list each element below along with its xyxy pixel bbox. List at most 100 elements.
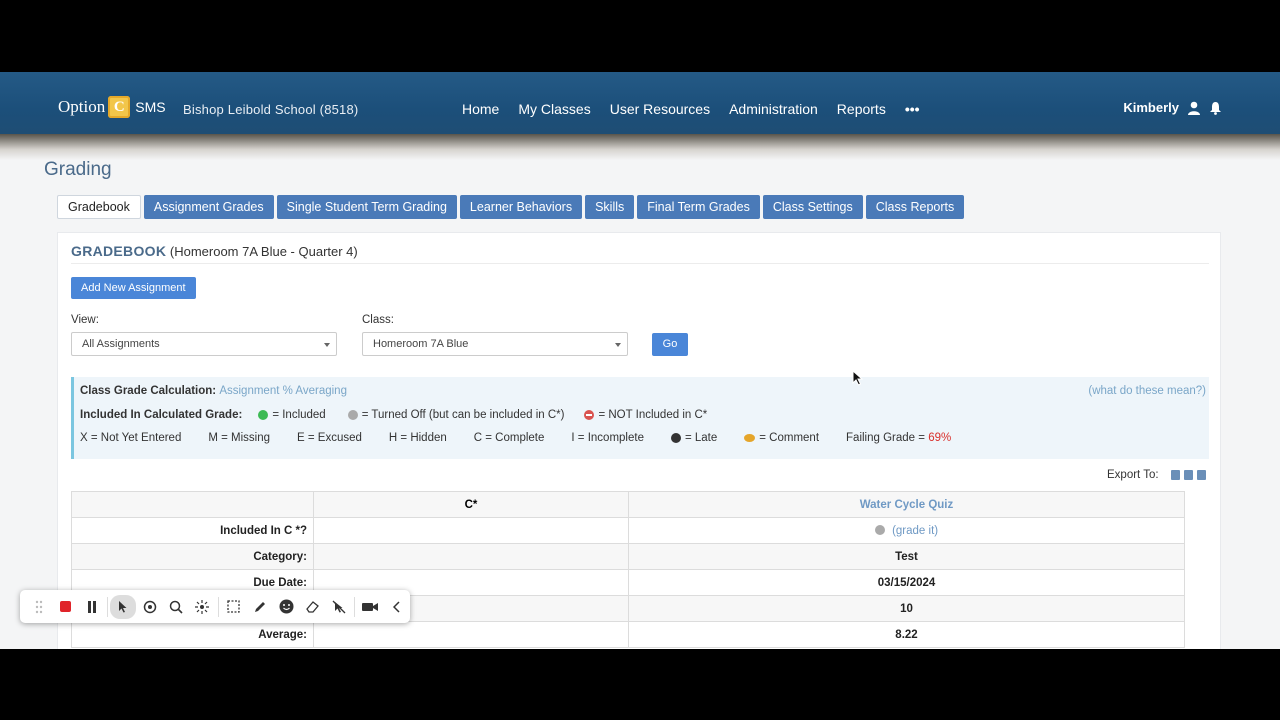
comment-icon	[744, 434, 756, 442]
grading-tabs: Gradebook Assignment Grades Single Stude…	[57, 195, 965, 219]
row-label: Included In C *?	[71, 517, 314, 544]
user-icon[interactable]	[1187, 101, 1201, 115]
assignment-header-link[interactable]: Water Cycle Quiz	[628, 491, 1185, 518]
brand-logo[interactable]: Option C SMS	[58, 96, 166, 118]
gradebook-title: GRADEBOOK	[71, 243, 167, 259]
code-i: I = Incomplete	[571, 432, 644, 444]
screen-recorder-toolbar	[20, 590, 410, 623]
view-select[interactable]: All Assignments	[71, 332, 337, 356]
school-name: Bishop Leibold School (8518)	[183, 102, 359, 117]
page-title: Grading	[44, 160, 112, 180]
pdf-icon[interactable]	[1196, 470, 1206, 480]
tab-skills[interactable]: Skills	[585, 195, 635, 219]
failing-label: Failing Grade =	[846, 432, 925, 444]
turned-off-check-icon	[347, 410, 358, 420]
select-region-icon[interactable]	[221, 595, 247, 619]
main-nav: Home My Classes User Resources Administr…	[462, 101, 920, 117]
nav-my-classes[interactable]: My Classes	[518, 101, 590, 117]
app-viewport: Option C SMS Bishop Leibold School (8518…	[0, 72, 1280, 649]
included-label: Included In Calculated Grade:	[80, 409, 243, 421]
export-label: Export To:	[1107, 469, 1159, 481]
included-text: = Included	[272, 409, 326, 421]
user-name[interactable]: Kimberly	[1123, 100, 1179, 115]
row-value: Test	[628, 543, 1185, 570]
view-label: View:	[71, 314, 99, 326]
print-icon[interactable]	[1170, 470, 1180, 480]
row-label: Category:	[71, 543, 314, 570]
code-c: C = Complete	[473, 432, 545, 444]
spotlight-icon[interactable]	[136, 595, 162, 619]
pen-icon[interactable]	[247, 595, 273, 619]
gradebook-panel: GRADEBOOK (Homeroom 7A Blue - Quarter 4)…	[57, 232, 1221, 649]
code-h: H = Hidden	[388, 432, 447, 444]
table-row: Average: 8.22	[71, 621, 1185, 648]
included-row: Included In Calculated Grade: = Included…	[80, 409, 707, 421]
tab-gradebook[interactable]: Gradebook	[57, 195, 141, 219]
code-x: X = Not Yet Entered	[80, 432, 182, 444]
code-e: E = Excused	[297, 432, 362, 444]
go-button[interactable]: Go	[652, 333, 688, 356]
class-select-value: Homeroom 7A Blue	[373, 338, 469, 350]
included-check-icon	[258, 410, 269, 420]
row-value: 03/15/2024	[628, 569, 1185, 596]
chevron-down-icon	[615, 343, 621, 347]
tab-class-settings[interactable]: Class Settings	[762, 195, 863, 219]
emoji-icon[interactable]	[273, 595, 299, 619]
table-row: Included In C *? (grade it)	[71, 517, 1185, 544]
tab-class-reports[interactable]: Class Reports	[865, 195, 965, 219]
grade-it-cell: (grade it)	[628, 517, 1185, 544]
calc-label: Class Grade Calculation:	[80, 385, 217, 397]
class-select[interactable]: Homeroom 7A Blue	[362, 332, 628, 356]
tab-single-student-term-grading[interactable]: Single Student Term Grading	[276, 195, 457, 219]
row-label: Average:	[71, 621, 314, 648]
nav-user-resources[interactable]: User Resources	[610, 101, 710, 117]
help-link[interactable]: (what do these mean?)	[1088, 385, 1206, 397]
zoom-icon[interactable]	[163, 595, 189, 619]
turned-off-check-icon	[874, 525, 885, 536]
tab-assignment-grades[interactable]: Assignment Grades	[143, 195, 274, 219]
hide-pointer-icon[interactable]	[326, 595, 352, 619]
chevron-down-icon	[324, 343, 330, 347]
gradebook-table: C* Water Cycle Quiz Included In C *? (gr…	[71, 491, 1185, 648]
late-text: = Late	[684, 432, 718, 444]
pause-icon[interactable]	[79, 595, 105, 619]
table-row: Category: Test	[71, 543, 1185, 570]
nav-more-icon[interactable]: •••	[905, 101, 920, 117]
eraser-icon[interactable]	[300, 595, 326, 619]
pointer-icon[interactable]	[110, 594, 137, 619]
tab-final-term-grades[interactable]: Final Term Grades	[637, 195, 760, 219]
logo-suffix: SMS	[135, 99, 166, 115]
gradebook-subtitle: (Homeroom 7A Blue - Quarter 4)	[169, 244, 358, 259]
header-shadow	[0, 134, 1280, 160]
clock-icon	[670, 433, 681, 443]
table-row: C* Water Cycle Quiz	[71, 491, 1185, 518]
gradebook-heading: GRADEBOOK (Homeroom 7A Blue - Quarter 4)	[71, 243, 358, 259]
mouse-pointer-icon	[852, 370, 864, 386]
nav-reports[interactable]: Reports	[837, 101, 886, 117]
camera-icon[interactable]	[357, 595, 383, 619]
not-included-text: = NOT Included in C*	[598, 409, 708, 421]
view-select-value: All Assignments	[82, 338, 160, 350]
c-star-header: C*	[313, 491, 629, 518]
divider	[71, 263, 1209, 264]
calc-value-link[interactable]: Assignment % Averaging	[219, 385, 347, 397]
code-m: M = Missing	[208, 432, 271, 444]
logo-text: Option	[58, 97, 106, 116]
laser-icon[interactable]	[189, 595, 215, 619]
turned-off-text: = Turned Off (but can be included in C*)	[361, 409, 565, 421]
codes-row: X = Not Yet Entered M = Missing E = Excu…	[80, 432, 951, 444]
excel-icon[interactable]	[1183, 470, 1193, 480]
grade-it-link[interactable]: (grade it)	[892, 525, 938, 537]
nav-administration[interactable]: Administration	[729, 101, 818, 117]
export-area: Export To:	[1107, 469, 1206, 481]
collapse-icon[interactable]	[384, 595, 410, 619]
comment-text: = Comment	[759, 432, 820, 444]
drag-handle-icon[interactable]	[26, 595, 52, 619]
record-stop-icon[interactable]	[52, 595, 78, 619]
user-area: Kimberly	[1123, 100, 1222, 115]
tab-learner-behaviors[interactable]: Learner Behaviors	[459, 195, 583, 219]
nav-home[interactable]: Home	[462, 101, 499, 117]
bell-icon[interactable]	[1209, 101, 1222, 115]
add-new-assignment-button[interactable]: Add New Assignment	[71, 277, 196, 299]
row-value: 8.22	[628, 621, 1185, 648]
